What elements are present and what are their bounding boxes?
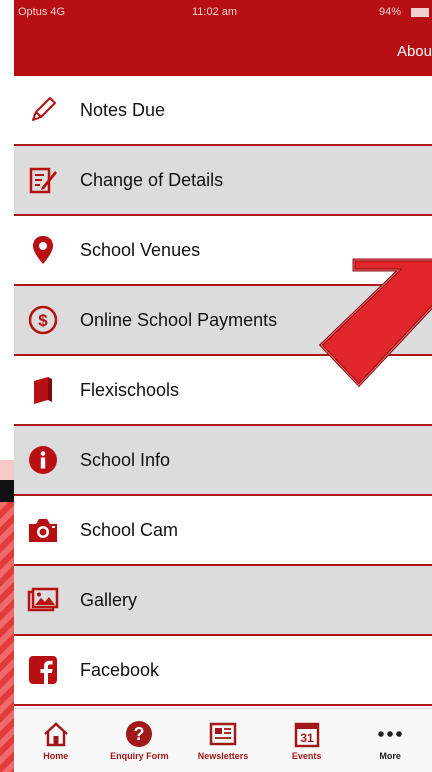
tab-newsletters[interactable]: Newsletters: [181, 709, 265, 772]
facebook-icon: [26, 653, 60, 687]
menu-item-school-info[interactable]: School Info: [14, 426, 432, 496]
tab-label: More: [379, 751, 401, 761]
status-time: 11:02 am: [192, 6, 238, 18]
tab-label: Events: [291, 751, 322, 761]
menu-item-change-of-details[interactable]: Change of Details: [14, 146, 432, 216]
newspaper-icon: [208, 719, 238, 749]
dollar-circle-icon: $: [26, 303, 60, 337]
status-carrier: Optus 4G: [18, 6, 66, 18]
tab-enquiry-form[interactable]: ? Enquiry Form: [98, 709, 182, 772]
calendar-icon: 31: [292, 719, 322, 749]
nav-bar: Abou: [14, 26, 432, 76]
battery-icon: [411, 8, 429, 17]
menu-item-label: Gallery: [80, 589, 138, 610]
map-pin-icon: [26, 233, 60, 267]
menu-item-facebook[interactable]: Facebook: [14, 636, 432, 706]
home-icon: [41, 719, 71, 749]
tab-home[interactable]: Home: [14, 709, 98, 772]
menu-item-label: Change of Details: [80, 169, 224, 190]
menu-item-label: School Venues: [80, 239, 201, 260]
calendar-day: 31: [300, 731, 314, 745]
more-icon: [375, 719, 405, 749]
tab-events[interactable]: 31 Events: [265, 709, 349, 772]
menu-item-gallery[interactable]: Gallery: [14, 566, 432, 636]
menu-item-label: Facebook: [80, 659, 160, 680]
svg-text:$: $: [38, 311, 48, 330]
pencil-icon: [26, 93, 60, 127]
status-battery: 94%: [379, 6, 402, 18]
menu-item-label: Online School Payments: [80, 309, 278, 330]
tab-label: Home: [43, 751, 69, 761]
tab-label: Newsletters: [197, 751, 249, 761]
menu-item-label: School Cam: [80, 519, 179, 540]
status-bar: Optus 4G 11:02 am 94%: [14, 0, 432, 26]
menu-item-label: Flexischools: [80, 379, 180, 400]
menu-item-label: School Info: [80, 449, 171, 470]
edit-document-icon: [26, 163, 60, 197]
menu-item-school-cam[interactable]: School Cam: [14, 496, 432, 566]
info-icon: [26, 443, 60, 477]
book-icon: [26, 373, 60, 407]
menu-item-label: Notes Due: [80, 99, 166, 120]
about-button[interactable]: Abou: [397, 43, 432, 60]
tab-label: Enquiry Form: [110, 751, 169, 761]
camera-icon: [26, 513, 60, 547]
red-arrow-overlay: [319, 258, 432, 388]
phone-screen: Optus 4G 11:02 am 94% Abou Notes Due Cha…: [14, 0, 432, 772]
tab-bar: Home ? Enquiry Form Newsletters 31 Event…: [14, 708, 432, 772]
gallery-icon: [26, 583, 60, 617]
svg-text:?: ?: [134, 724, 145, 744]
question-icon: ?: [124, 719, 154, 749]
tab-more[interactable]: More: [348, 709, 432, 772]
menu-item-notes-due[interactable]: Notes Due: [14, 76, 432, 146]
